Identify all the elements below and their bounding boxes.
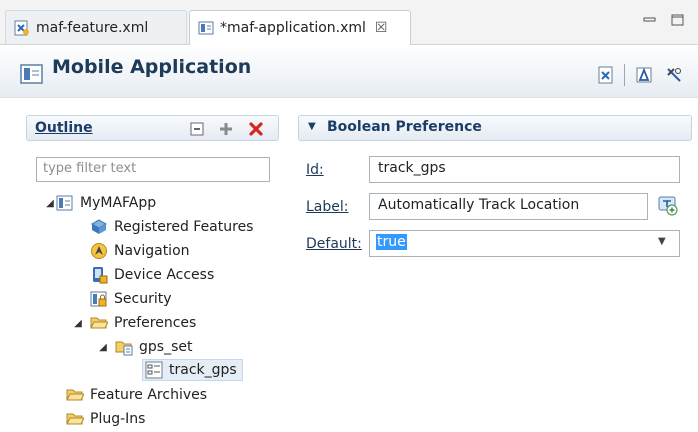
tab-maf-application[interactable]: *maf-application.xml ☒ (189, 10, 411, 45)
delete-icon[interactable] (248, 121, 264, 137)
collapse-arrow-icon[interactable]: ◢ (44, 198, 56, 209)
label-field[interactable]: Automatically Track Location (369, 193, 648, 220)
id-label-text: Id: (306, 162, 324, 178)
label-label-text: Label: (306, 199, 349, 215)
tree-label: track_gps (169, 362, 237, 378)
tree-item-navigation[interactable]: Navigation (90, 240, 190, 262)
default-label: Default: (306, 236, 362, 252)
folder-icon (66, 386, 85, 404)
tree-item-track-gps[interactable]: track_gps (145, 359, 237, 381)
tab-label: maf-feature.xml (36, 19, 149, 36)
app-file-icon (198, 20, 214, 36)
features-icon (90, 218, 108, 236)
default-label-text: Default: (306, 236, 362, 252)
tree-item-device-access[interactable]: Device Access (90, 264, 214, 286)
outline-title: Outline (35, 120, 93, 136)
tree-item-registered-features[interactable]: Registered Features (90, 216, 253, 238)
close-tab-icon[interactable]: ☒ (375, 20, 388, 36)
tree-label: Feature Archives (90, 387, 208, 403)
tree-label: MyMAFApp (80, 195, 157, 211)
add-icon[interactable] (218, 121, 234, 137)
tree-item-feature-archives[interactable]: Feature Archives (66, 384, 207, 406)
chevron-down-icon[interactable]: ▼ (658, 236, 666, 247)
id-field[interactable]: track_gps (369, 156, 680, 183)
folder-open-icon (90, 314, 109, 332)
default-select[interactable]: true (369, 230, 680, 257)
tree-label: Security (114, 291, 172, 307)
tree-label: Plug-Ins (90, 411, 146, 427)
folder-icon (66, 410, 85, 428)
navigation-icon (90, 242, 108, 260)
tree-label: Registered Features (114, 219, 254, 235)
deploy-icon[interactable] (635, 66, 653, 84)
tab-maf-feature[interactable]: maf-feature.xml (5, 10, 187, 44)
preference-group-icon (115, 338, 133, 356)
source-view-icon[interactable] (597, 66, 615, 84)
id-label: Id: (306, 162, 324, 178)
security-icon (90, 290, 108, 308)
tree-label: Navigation (114, 243, 190, 259)
collapse-arrow-icon[interactable]: ◢ (72, 318, 84, 329)
tools-icon[interactable] (665, 66, 683, 84)
tree-label: gps_set (139, 339, 193, 355)
boolean-preference-icon (145, 361, 163, 379)
section-collapse-icon[interactable]: ▼ (308, 121, 316, 132)
tree-item-security[interactable]: Security (90, 288, 172, 310)
tree-item-gps-set[interactable]: ◢ gps_set (97, 336, 192, 358)
device-access-icon (90, 266, 108, 284)
maximize-icon[interactable] (671, 14, 685, 26)
collapse-all-icon[interactable] (190, 122, 204, 136)
tree-label: Device Access (114, 267, 215, 283)
translate-icon[interactable] (658, 196, 678, 216)
label-label: Label: (306, 199, 349, 215)
tab-label: *maf-application.xml (220, 20, 366, 36)
mobile-application-icon (20, 62, 44, 86)
tree-item-mymafapp[interactable]: ◢ MyMAFApp (44, 192, 156, 214)
tree-item-preferences[interactable]: ◢ Preferences (72, 312, 196, 334)
toolbar-divider (624, 64, 625, 86)
tree-label: Preferences (114, 315, 197, 331)
default-selected-value: true (376, 234, 407, 250)
page-title: Mobile Application (52, 56, 252, 78)
collapse-arrow-icon[interactable]: ◢ (97, 342, 109, 353)
mobile-app-icon (56, 194, 74, 212)
filter-input[interactable]: type filter text (36, 157, 270, 182)
xml-feature-icon (14, 20, 30, 36)
minimize-icon[interactable] (643, 14, 657, 26)
section-title: Boolean Preference (327, 119, 482, 135)
tree-item-plug-ins[interactable]: Plug-Ins (66, 408, 145, 430)
